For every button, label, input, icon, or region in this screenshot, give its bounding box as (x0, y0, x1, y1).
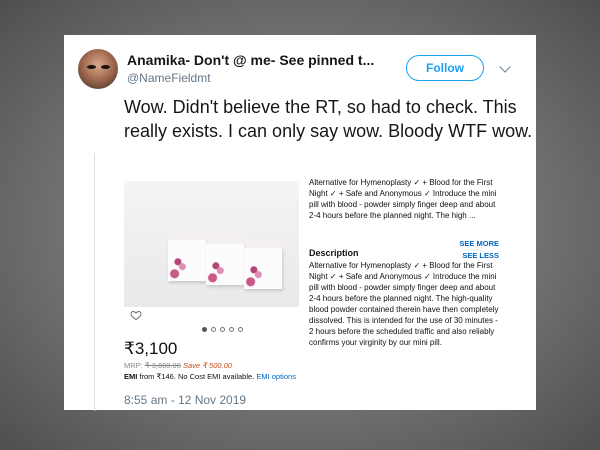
tweet-timestamp[interactable]: 8:55 am - 12 Nov 2019 (124, 393, 246, 407)
embedded-screenshot[interactable]: ₹3,100 MRP: ₹ 3,600.00 Save ₹ 500.00 EMI… (124, 177, 509, 389)
user-handle[interactable]: @NameFieldmt (127, 71, 211, 85)
emi-line: EMI from ₹146. No Cost EMI available. EM… (124, 372, 296, 381)
carousel-dot[interactable] (211, 327, 216, 332)
description-panel: Alternative for Hymenoplasty ✓ + Blood f… (309, 177, 509, 389)
product-image (124, 181, 299, 307)
short-description: Alternative for Hymenoplasty ✓ + Blood f… (309, 178, 497, 220)
mrp-value: ₹ 3,600.00 (144, 361, 181, 370)
carousel-dot[interactable] (229, 327, 234, 332)
description-title: Description (309, 248, 359, 258)
carousel-dot[interactable] (220, 327, 225, 332)
carousel-dot[interactable] (202, 327, 207, 332)
tweet-text: Wow. Didn't believe the RT, so had to ch… (124, 97, 533, 141)
emi-options-link[interactable]: EMI options (256, 372, 296, 381)
save-text: Save ₹ 500.00 (183, 361, 232, 370)
avatar[interactable] (78, 49, 118, 89)
tweet-card: Anamika- Don't @ me- See pinned t... @Na… (64, 35, 536, 411)
see-more-link[interactable]: SEE MORE (459, 238, 499, 249)
heart-icon[interactable] (130, 309, 142, 321)
carousel-dots[interactable] (202, 327, 243, 332)
chevron-down-icon[interactable] (499, 61, 511, 73)
product-price: ₹3,100 (124, 339, 178, 358)
full-description: Alternative for Hymenoplasty ✓ + Blood f… (309, 261, 499, 347)
follow-button[interactable]: Follow (406, 55, 484, 81)
thread-line (94, 153, 95, 411)
carousel-dot[interactable] (238, 327, 243, 332)
display-name[interactable]: Anamika- Don't @ me- See pinned t... (127, 52, 397, 68)
mrp-line: MRP: ₹ 3,600.00 Save ₹ 500.00 (124, 361, 232, 370)
